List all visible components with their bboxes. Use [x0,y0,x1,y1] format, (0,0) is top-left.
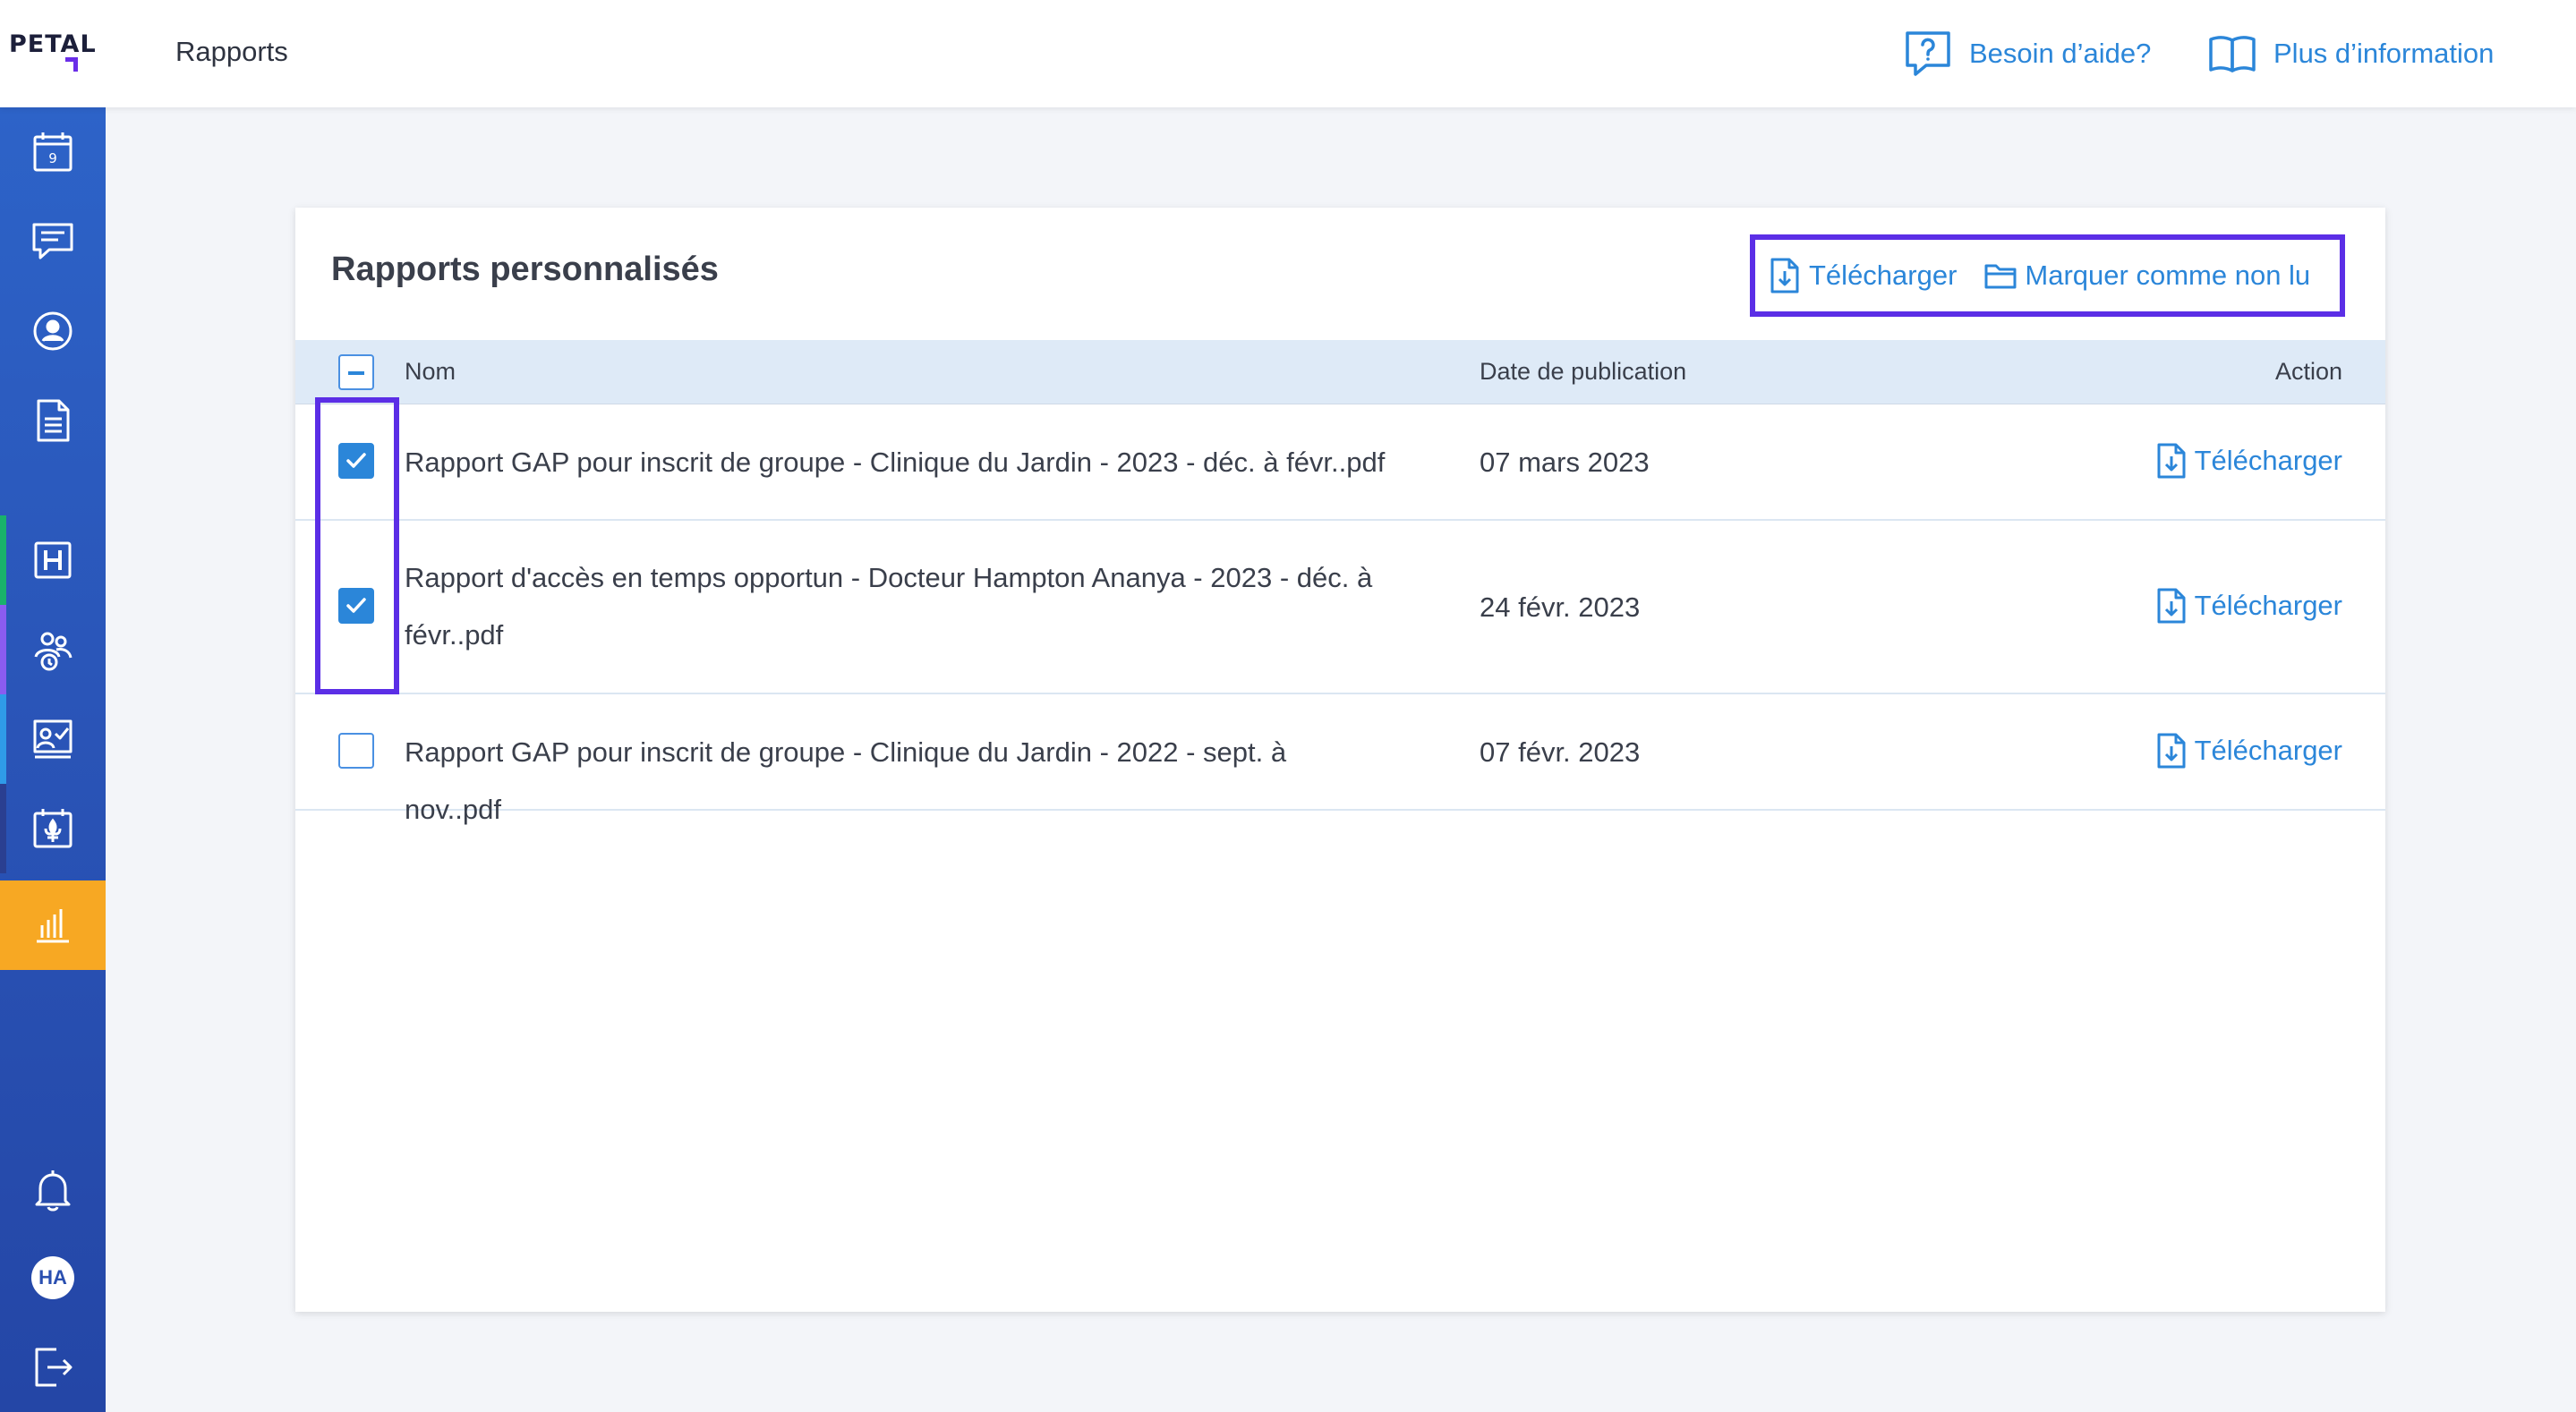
file-download-icon [2157,733,2186,769]
row-download-button[interactable]: Télécharger [2155,587,2342,625]
logout-icon [35,1348,73,1387]
nav-hospital[interactable] [0,515,106,605]
row-download-label: Télécharger [2194,735,2342,766]
reports-card: Rapports personnalisés Télécharger Marqu… [295,208,2385,1312]
nav-reports[interactable] [0,880,106,970]
nav-accent [0,694,6,784]
page-title: Rapports [175,36,288,67]
calendar-icon: 9 [33,132,73,172]
bulk-download-label: Télécharger [1809,259,1958,291]
row-checkbox[interactable] [338,443,374,479]
column-header-name: Nom [405,358,456,385]
table-header: Nom Date de publication Action [295,340,2385,404]
nav-presentation[interactable] [0,694,106,784]
nav-logout[interactable] [0,1323,106,1412]
row-checkbox[interactable] [338,588,374,624]
row-download-label: Télécharger [2194,445,2342,476]
row-checkbox[interactable] [338,733,374,769]
report-name: Rapport GAP pour inscrit de groupe - Cli… [405,736,1287,825]
fleur-de-lis-calendar-icon [33,809,73,848]
nav-patients[interactable] [0,605,106,694]
svg-text:9: 9 [48,150,57,166]
report-name: Rapport d'accès en temps opportun - Doct… [405,562,1373,651]
nav-notifications[interactable] [0,1145,106,1235]
bulk-actions-toolbar: Télécharger Marquer comme non lu [1750,234,2345,317]
row-download-label: Télécharger [2194,590,2342,621]
checkmark-icon [346,598,366,613]
bell-icon [35,1170,71,1212]
help-link[interactable]: Besoin d’aide? [1903,27,2151,81]
checkmark-icon [346,453,366,468]
nav-accent [0,605,6,694]
file-download-icon [2157,588,2186,624]
file-download-icon [1770,258,1799,293]
table-row: Rapport d'accès en temps opportun - Doct… [295,521,2385,694]
nav-accent [0,784,6,873]
mark-unread-button[interactable]: Marquer comme non lu [1983,257,2310,294]
row-download-button[interactable]: Télécharger [2155,442,2342,480]
top-header: PETAL Rapports Besoin d’aide? Plus d’inf… [0,0,2576,107]
info-link[interactable]: Plus d’information [2207,27,2494,81]
people-group-icon [34,632,73,671]
nav-messages[interactable] [0,197,106,286]
mark-unread-label: Marquer comme non lu [2025,259,2311,291]
chat-icon [32,223,73,259]
column-header-action: Action [2274,358,2342,385]
nav-accent [0,515,6,605]
report-date: 07 mars 2023 [1480,447,1650,478]
document-icon [37,399,70,442]
info-label: Plus d’information [2273,38,2495,69]
table-row: Rapport GAP pour inscrit de groupe - Cli… [295,694,2385,825]
nav-calendar[interactable]: 9 [0,107,106,197]
report-date: 07 févr. 2023 [1480,736,1641,768]
card-title: Rapports personnalisés [331,251,719,288]
sidebar: 9 HA [0,107,106,1412]
petal-logo[interactable]: PETAL [9,30,98,75]
column-header-date: Date de publication [1480,358,1687,385]
nav-quebec[interactable] [0,784,106,873]
folder-icon [1984,264,2017,289]
open-book-icon [2209,36,2256,72]
help-icon [1906,31,1950,76]
logo-mark-icon [65,57,78,72]
report-date: 24 févr. 2023 [1480,591,1641,623]
table-row: Rapport GAP pour inscrit de groupe - Cli… [295,404,2385,521]
row-download-button[interactable]: Télécharger [2155,732,2342,770]
nav-documents[interactable] [0,376,106,465]
logo-text: PETAL [9,30,97,58]
file-download-icon [2157,443,2186,479]
avatar: HA [31,1256,74,1299]
report-name: Rapport GAP pour inscrit de groupe - Cli… [405,447,1386,478]
user-circle-icon [33,311,73,351]
bulk-download-button[interactable]: Télécharger [1768,257,1957,294]
hospital-icon [34,541,72,579]
nav-profile[interactable] [0,286,106,376]
select-all-checkbox[interactable] [338,354,374,390]
user-board-check-icon [33,719,73,759]
help-label: Besoin d’aide? [1969,38,2152,69]
nav-account[interactable]: HA [0,1233,106,1323]
bar-chart-icon [37,909,69,943]
